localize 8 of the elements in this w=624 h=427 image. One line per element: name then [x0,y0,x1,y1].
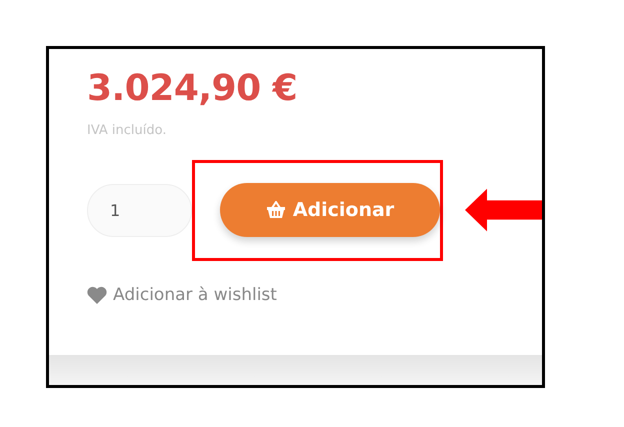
basket-icon [266,201,286,220]
wishlist-link[interactable]: Adicionar à wishlist [87,284,542,305]
quantity-field[interactable]: 1 [87,184,192,237]
add-to-basket-button[interactable]: Adicionar [220,183,440,238]
heart-icon [87,286,107,304]
price: 3.024,90 € [87,69,298,109]
wishlist-label: Adicionar à wishlist [113,284,277,305]
tax-note: IVA incluído. [87,122,168,138]
